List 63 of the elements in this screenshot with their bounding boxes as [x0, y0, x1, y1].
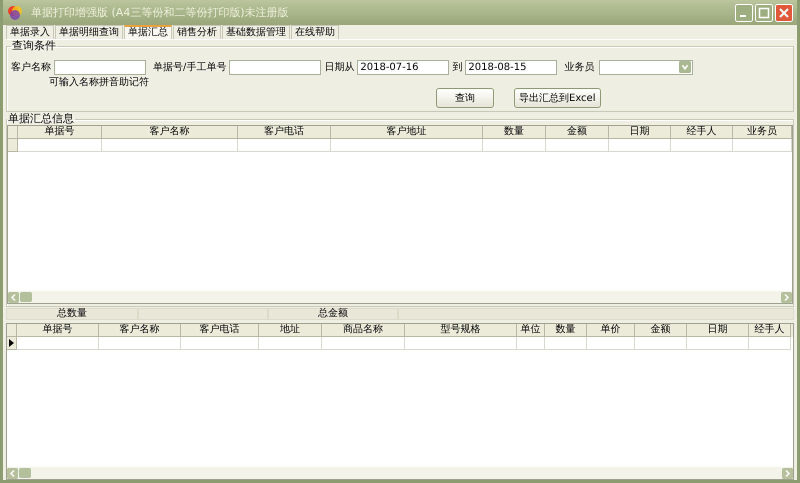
column-header[interactable]: 单据号: [17, 324, 99, 337]
column-header[interactable]: 经手人: [749, 324, 791, 337]
column-header[interactable]: 单据号: [18, 126, 102, 139]
tab[interactable]: 在线帮助: [291, 25, 339, 39]
scroll-left-icon[interactable]: [7, 468, 18, 478]
field-label: 业务员: [564, 60, 594, 74]
total-label: 总金额: [268, 308, 398, 320]
minimize-icon[interactable]: [735, 4, 753, 22]
table-cell: [635, 337, 687, 350]
scrollbar-thumb[interactable]: [19, 468, 31, 478]
table-cell: [259, 337, 322, 350]
scrollbar-thumb[interactable]: [20, 292, 32, 302]
row-indicator[interactable]: [7, 337, 17, 350]
table-cell: [733, 139, 792, 152]
column-header[interactable]: 单价: [587, 324, 635, 337]
table-cell: [517, 337, 545, 350]
salesperson-dropdown[interactable]: [599, 60, 694, 74]
column-header[interactable]: 业务员: [733, 126, 792, 139]
customer-name-field[interactable]: [54, 60, 146, 74]
table-cell: [546, 139, 609, 152]
table-cell: [545, 337, 587, 350]
scroll-left-icon[interactable]: [8, 292, 19, 302]
field-label: 客户名称: [11, 60, 51, 74]
hint-text: 可输入名称拼音助记符: [49, 77, 149, 88]
window-title: 单据打印增强版 (A4三等份和二等份打印版)未注册版: [31, 5, 290, 20]
search-button[interactable]: 查询: [436, 88, 494, 108]
table-cell: [483, 139, 546, 152]
tab[interactable]: 单据汇总: [124, 25, 172, 39]
column-header[interactable]: 日期: [687, 324, 749, 337]
table-cell: [609, 139, 671, 152]
table-cell: [687, 337, 749, 350]
maximize-icon[interactable]: [755, 4, 773, 22]
tab[interactable]: 基础数据管理: [222, 25, 290, 39]
column-header[interactable]: 单位: [517, 324, 545, 337]
column-header[interactable]: 型号规格: [405, 324, 517, 337]
total-label: 总数量: [6, 308, 138, 320]
dropdown-icon: [679, 61, 692, 73]
horizontal-scrollbar[interactable]: [8, 291, 792, 303]
tab[interactable]: 销售分析: [173, 25, 221, 39]
column-header[interactable]: 日期: [609, 126, 671, 139]
field-label: 到: [452, 61, 462, 74]
close-icon[interactable]: [775, 4, 793, 22]
horizontal-scrollbar[interactable]: [7, 467, 793, 479]
group-title: 单据汇总信息: [7, 113, 75, 125]
export-button[interactable]: 导出汇总到Excel: [514, 88, 600, 108]
column-header[interactable]: 地址: [259, 324, 322, 337]
tab[interactable]: 单据录入: [6, 25, 54, 39]
date-to-field[interactable]: 2018-08-15: [465, 60, 558, 74]
bill-number-field[interactable]: [229, 60, 322, 74]
column-header[interactable]: 经手人: [671, 126, 733, 139]
column-header[interactable]: 数量: [483, 126, 546, 139]
field-label: 单据号/手工单号: [153, 60, 226, 74]
scroll-right-icon[interactable]: [782, 468, 793, 478]
tab[interactable]: 单据明细查询: [55, 25, 123, 39]
table-cell: [671, 139, 733, 152]
field-label: 日期从: [324, 60, 354, 74]
table-cell: [749, 337, 791, 350]
table-cell: [587, 337, 635, 350]
group-title: 查询条件: [11, 40, 57, 52]
app-icon: [7, 4, 23, 20]
column-header[interactable]: 数量: [545, 324, 587, 337]
date-from-field[interactable]: 2018-07-16: [357, 60, 450, 74]
scroll-right-icon[interactable]: [781, 292, 792, 302]
